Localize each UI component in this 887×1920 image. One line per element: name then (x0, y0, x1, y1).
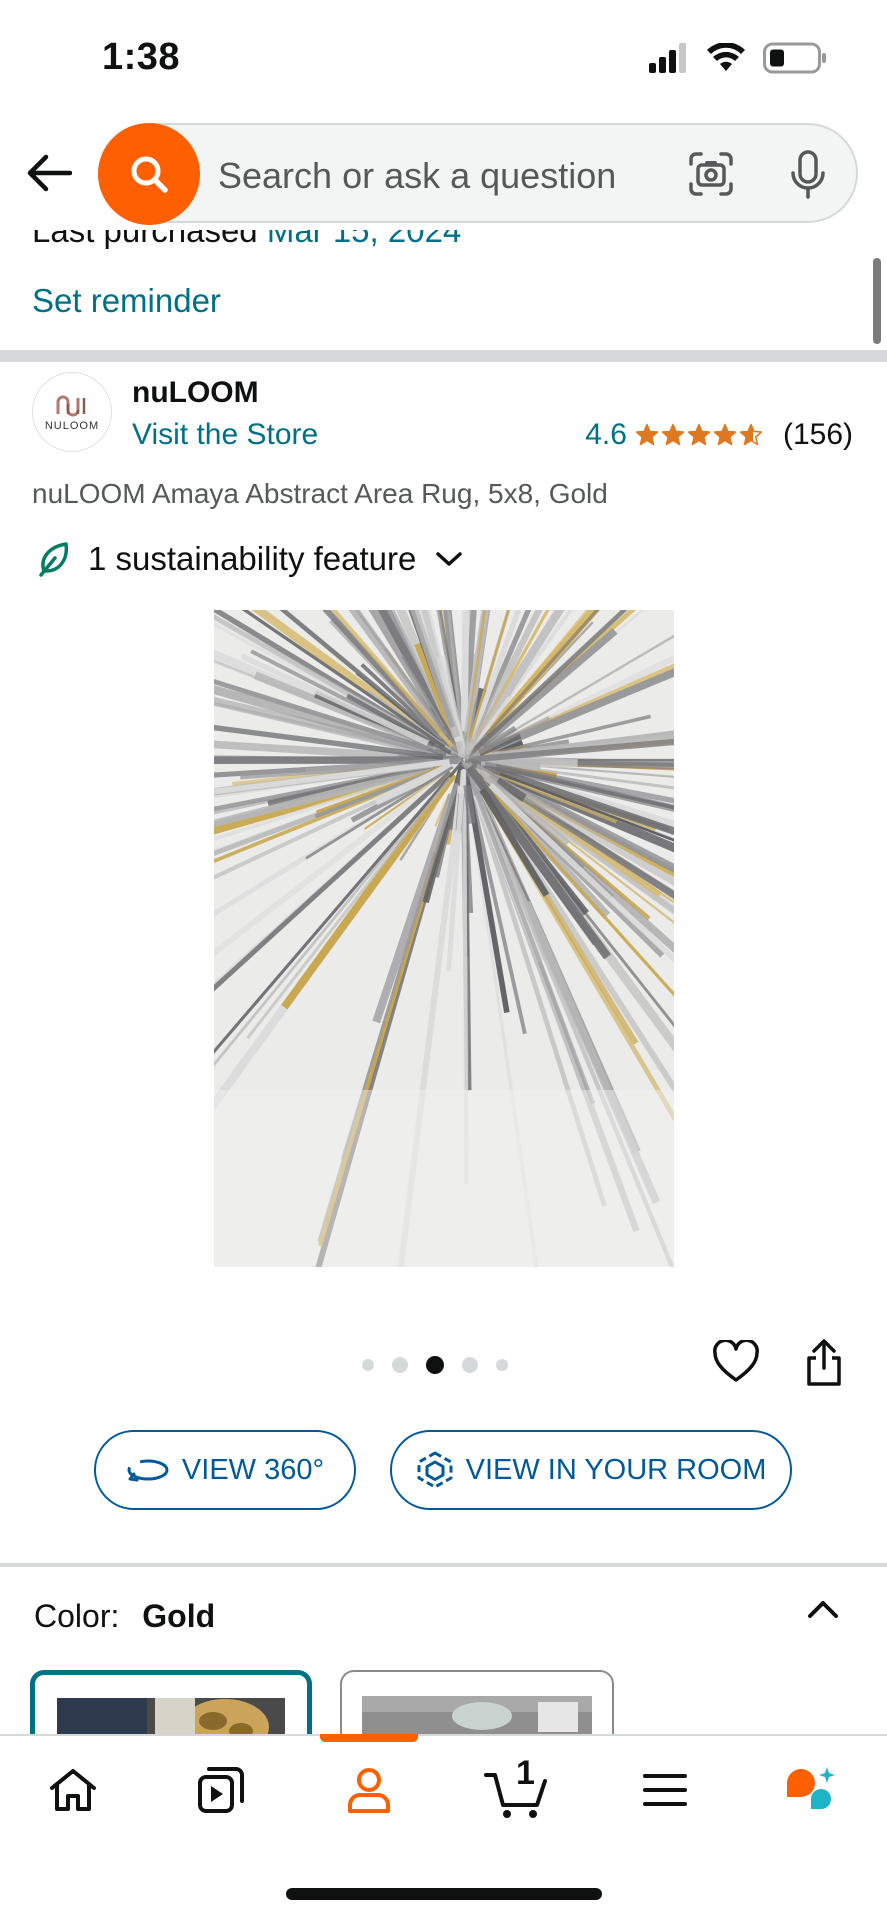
rating-value: 4.6 (585, 418, 627, 451)
brand-name: nuLOOM (132, 376, 259, 409)
last-purchased-date[interactable]: Mar 15, 2024 (267, 230, 461, 249)
brand-logo[interactable]: NULOOM (32, 372, 112, 452)
wishlist-button[interactable] (712, 1338, 760, 1389)
view-in-room-label: VIEW IN YOUR ROOM (465, 1453, 767, 1486)
video-icon (198, 1767, 244, 1813)
view-360-label: VIEW 360° (181, 1453, 325, 1486)
collapse-color-button[interactable] (802, 1594, 844, 1629)
section-divider (0, 350, 887, 362)
home-indicator (286, 1888, 602, 1900)
battery-icon (763, 42, 826, 74)
carousel-dot[interactable] (462, 1357, 478, 1373)
share-icon (807, 1339, 841, 1386)
product-image[interactable] (214, 610, 674, 1267)
rating[interactable]: 4.6 (156) (585, 418, 853, 452)
set-reminder-link[interactable]: Set reminder (32, 282, 221, 320)
color-swatch-grey[interactable] (340, 1670, 614, 1740)
signal-icon (649, 43, 686, 73)
rotate-360-icon (127, 1459, 169, 1482)
heart-icon (713, 1338, 759, 1382)
visit-store-link[interactable]: Visit the Store (132, 418, 318, 452)
wifi-icon (707, 43, 745, 71)
back-button[interactable] (24, 148, 74, 198)
review-count: (156) (782, 418, 853, 451)
search-input[interactable]: Search or ask a question (218, 155, 616, 197)
account-icon (348, 1768, 390, 1813)
search-bar[interactable]: Search or ask a question (98, 123, 858, 225)
star-icon (687, 423, 711, 446)
menu-icon (643, 1774, 687, 1806)
chevron-down-icon (436, 552, 463, 566)
color-swatch-gold[interactable] (30, 1670, 312, 1740)
nav-home[interactable] (38, 1760, 108, 1820)
back-arrow-icon (27, 154, 72, 192)
view-in-room-button[interactable]: VIEW IN YOUR ROOM (390, 1430, 792, 1510)
star-icon (739, 423, 763, 446)
star-icon (635, 423, 659, 446)
color-value: Gold (142, 1598, 216, 1634)
brand-logo-mark (56, 395, 86, 417)
carousel-dot[interactable] (392, 1357, 408, 1373)
search-header: Search or ask a question (0, 118, 887, 230)
nav-active-indicator (320, 1734, 418, 1742)
voice-search-button[interactable] (788, 149, 828, 206)
camera-icon (689, 152, 733, 196)
last-purchased: Last purchased Mar 15, 2024 (32, 230, 461, 250)
nav-rufus[interactable] (776, 1760, 846, 1820)
brand-logo-text: NULOOM (44, 420, 100, 432)
nav-video[interactable] (186, 1760, 256, 1820)
section-divider-thin (0, 1563, 887, 1567)
leaf-icon (39, 542, 69, 577)
swatch-gold-image (57, 1698, 285, 1740)
sustainability-features[interactable]: 1 sustainability feature (38, 540, 464, 578)
purchase-history-section: Last purchased Mar 15, 2024 Set reminder (0, 230, 887, 350)
status-time: 1:38 (102, 36, 181, 78)
star-icon (713, 423, 737, 446)
carousel-dot[interactable] (426, 1356, 444, 1374)
color-selector-header: Color: Gold (34, 1598, 215, 1635)
star-icon (661, 423, 685, 446)
status-bar: 1:38 (0, 0, 887, 118)
color-label: Color: (34, 1598, 120, 1634)
nav-account[interactable] (334, 1760, 404, 1820)
sustainability-label: 1 sustainability feature (88, 540, 417, 577)
cube-ar-icon (417, 1451, 453, 1489)
camera-search-button[interactable] (688, 151, 734, 202)
home-icon (50, 1769, 96, 1811)
chevron-up-icon (808, 1601, 838, 1618)
status-icons (647, 42, 827, 74)
last-purchased-label: Last purchased (32, 230, 258, 249)
share-button[interactable] (804, 1338, 844, 1393)
search-icon (131, 156, 168, 193)
swatch-grey-image (362, 1696, 592, 1740)
carousel-dot[interactable] (496, 1359, 508, 1371)
rufus-icon (787, 1767, 835, 1809)
product-title: nuLOOM Amaya Abstract Area Rug, 5x8, Gol… (32, 478, 608, 509)
star-rating (635, 423, 763, 447)
search-button[interactable] (98, 123, 200, 225)
image-carousel-dots[interactable] (362, 1356, 508, 1374)
carousel-dot[interactable] (362, 1359, 374, 1371)
mic-icon (791, 150, 825, 199)
view-360-button[interactable]: VIEW 360° (94, 1430, 356, 1510)
cart-count: 1 (516, 1754, 535, 1792)
nav-menu[interactable] (630, 1760, 700, 1820)
nav-cart[interactable]: 1 (478, 1754, 558, 1820)
scrollbar[interactable] (873, 258, 881, 344)
